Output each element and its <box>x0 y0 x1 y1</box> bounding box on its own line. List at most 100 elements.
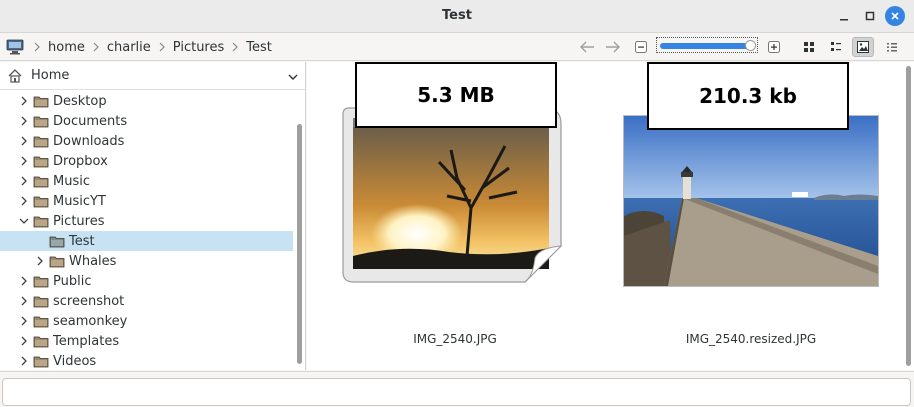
back-button[interactable] <box>576 37 598 57</box>
chevron-right-icon[interactable] <box>18 155 30 167</box>
sidebar-item-label: seamonkey <box>53 313 128 329</box>
folder-icon <box>33 354 49 368</box>
sidebar-scroll-thumb[interactable] <box>297 124 302 364</box>
sidebar-item-label: Templates <box>53 333 120 349</box>
compact-view-icon <box>831 42 841 51</box>
sidebar-item-musicyt[interactable]: MusicYT <box>0 191 293 211</box>
zoom-slider[interactable] <box>656 37 758 53</box>
folder-icon <box>33 274 49 288</box>
file-item[interactable]: 210.3 kb IMG_2540.resized.JPG <box>607 62 895 352</box>
chevron-right-icon <box>229 41 241 53</box>
list-view-icon <box>887 43 897 52</box>
thumbnail-view-button[interactable] <box>852 37 874 57</box>
breadcrumb-charlie[interactable]: charlie <box>105 40 153 55</box>
chevron-right-icon[interactable] <box>18 335 30 347</box>
chevron-right-icon[interactable] <box>18 135 30 147</box>
sidebar-item-label: Music <box>53 173 90 189</box>
maximize-icon <box>865 11 875 21</box>
file-item[interactable]: 5.3 MB IMG_2540.JPG <box>325 62 585 352</box>
sidebar-item-label: MusicYT <box>53 193 106 209</box>
folder-icon <box>33 194 49 208</box>
compact-view-button[interactable] <box>825 37 847 57</box>
sidebar-item-videos[interactable]: Videos <box>0 351 293 371</box>
sidebar-location-selector[interactable]: Home <box>0 62 305 90</box>
chevron-right-icon[interactable] <box>18 115 30 127</box>
chevron-right-icon[interactable] <box>18 195 30 207</box>
maximize-button[interactable] <box>860 6 880 26</box>
chevron-down-icon[interactable] <box>18 215 30 227</box>
chevron-right-icon[interactable] <box>34 255 46 267</box>
window-title: Test <box>442 8 472 23</box>
folder-icon <box>49 234 65 248</box>
sidebar-item-test[interactable]: Test <box>0 231 293 251</box>
sidebar-item-public[interactable]: Public <box>0 271 293 291</box>
sidebar-item-pictures[interactable]: Pictures <box>0 211 293 231</box>
chevron-right-icon[interactable] <box>18 95 30 107</box>
sidebar-item-documents[interactable]: Documents <box>0 111 293 131</box>
title-bar: Test <box>0 0 914 33</box>
sidebar-item-label: Downloads <box>53 133 125 149</box>
sidebar-item-templates[interactable]: Templates <box>0 331 293 351</box>
chevron-down-icon <box>288 70 298 84</box>
breadcrumb-pictures[interactable]: Pictures <box>171 40 226 55</box>
grid-view-icon <box>804 42 814 52</box>
breadcrumb-test[interactable]: Test <box>244 40 274 55</box>
close-icon <box>891 12 899 20</box>
sidebar-item-label: Dropbox <box>53 153 108 169</box>
sidebar-item-dropbox[interactable]: Dropbox <box>0 151 293 171</box>
zoom-in-icon <box>768 41 780 53</box>
zoom-in-button[interactable] <box>763 37 785 57</box>
forward-button[interactable] <box>602 37 624 57</box>
zoom-slider-handle[interactable] <box>745 40 757 51</box>
breadcrumb: home charlie Pictures Test <box>6 37 274 57</box>
sidebar-item-whales[interactable]: Whales <box>0 251 293 271</box>
sidebar: Home Desktop Documents Downloads Dropbox Mus… <box>0 62 306 370</box>
status-bar <box>0 371 914 407</box>
close-button[interactable] <box>885 6 905 26</box>
sidebar-item-music[interactable]: Music <box>0 171 293 191</box>
sidebar-item-screenshot[interactable]: screenshot <box>0 291 293 311</box>
folder-icon <box>33 94 49 108</box>
folder-icon <box>33 154 49 168</box>
pier-photo <box>623 115 879 287</box>
folder-icon <box>33 314 49 328</box>
sidebar-item-label: Documents <box>53 113 128 129</box>
chevron-right-icon[interactable] <box>18 315 30 327</box>
chevron-right-icon[interactable] <box>18 295 30 307</box>
folder-icon <box>33 294 49 308</box>
minimize-icon <box>840 19 848 21</box>
icon-view-button[interactable] <box>798 37 820 57</box>
file-view: 5.3 MB IMG_2540.JPG 210.3 kb IMG_2540.re… <box>307 62 914 370</box>
file-size-label: 210.3 kb <box>647 62 849 130</box>
home-icon <box>7 68 23 84</box>
breadcrumb-home[interactable]: home <box>46 40 87 55</box>
toolbar: home charlie Pictures Test <box>0 33 914 89</box>
sidebar-item-downloads[interactable]: Downloads <box>0 131 293 151</box>
arrow-right-icon <box>606 41 620 53</box>
list-view-button[interactable] <box>881 37 903 57</box>
computer-icon[interactable] <box>6 39 24 55</box>
folder-icon <box>49 254 65 268</box>
zoom-out-icon <box>635 41 647 53</box>
chevron-right-icon[interactable] <box>18 175 30 187</box>
file-size-label: 5.3 MB <box>355 62 557 128</box>
folder-tree: Desktop Documents Downloads Dropbox Music Mus… <box>0 91 293 371</box>
chevron-right-icon[interactable] <box>18 355 30 367</box>
sidebar-item-desktop[interactable]: Desktop <box>0 91 293 111</box>
zoom-out-button[interactable] <box>630 37 652 57</box>
minimize-button[interactable] <box>834 6 854 26</box>
sidebar-item-seamonkey[interactable]: seamonkey <box>0 311 293 331</box>
folder-icon <box>33 134 49 148</box>
sidebar-item-label: Pictures <box>53 213 105 229</box>
file-name[interactable]: IMG_2540.JPG <box>325 332 585 346</box>
chevron-right-icon[interactable] <box>18 275 30 287</box>
zoom-slider-fill <box>660 43 752 49</box>
file-name[interactable]: IMG_2540.resized.JPG <box>607 332 895 346</box>
picture-icon <box>857 41 869 53</box>
sidebar-scrollbar[interactable] <box>293 90 305 370</box>
content-scroll-thumb[interactable] <box>906 66 911 366</box>
chevron-right-icon <box>31 41 43 53</box>
status-field <box>2 378 911 406</box>
content-scrollbar[interactable] <box>904 62 914 370</box>
